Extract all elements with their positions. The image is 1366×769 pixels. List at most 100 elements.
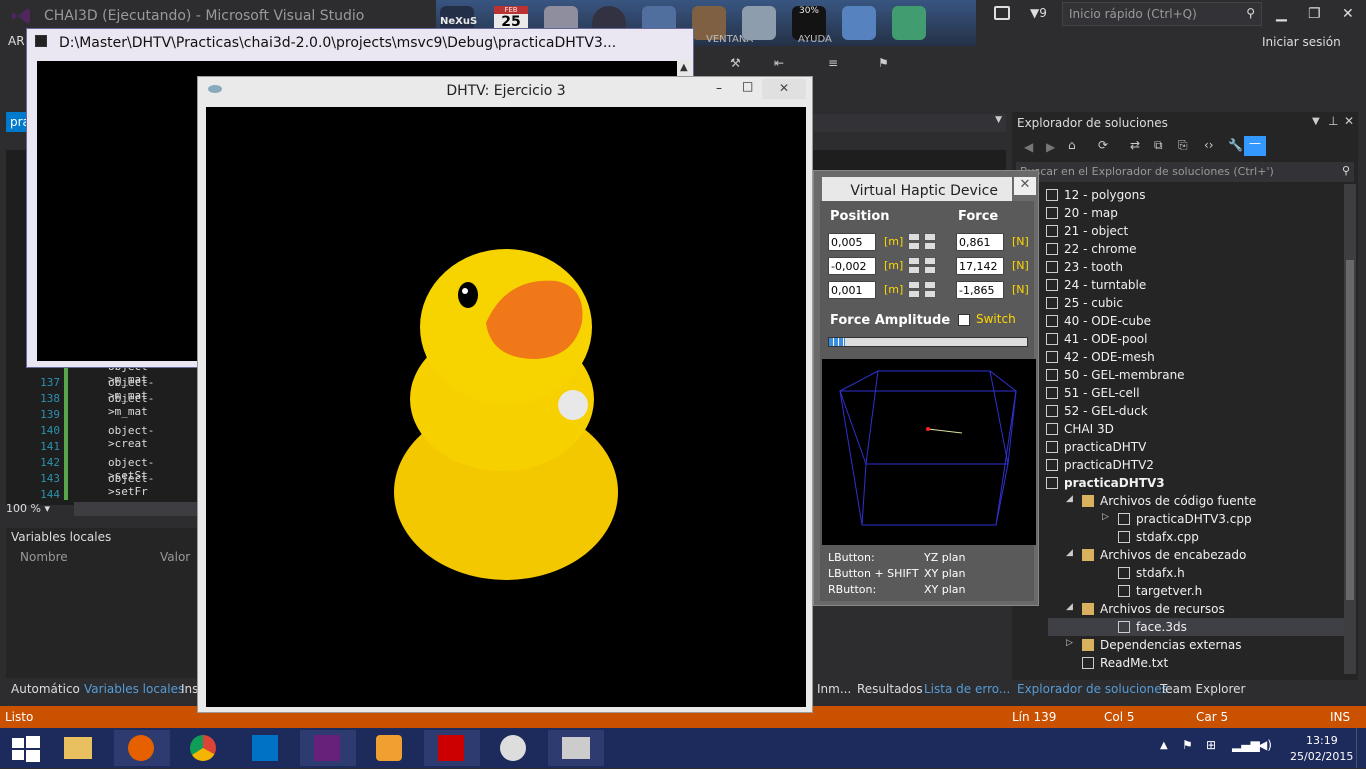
zoom-selector[interactable]: 100 % ▾ [6,502,66,518]
toolbar-step-icon[interactable]: ⇤ [774,56,784,70]
spin-down-icon[interactable] [908,266,920,274]
navigation-dropdown[interactable]: ▼ [810,114,1006,132]
bookmark-icon[interactable]: ⚑ [878,56,889,70]
spin-up-icon[interactable] [908,281,920,289]
spin-up-icon[interactable] [924,281,936,289]
back-icon[interactable]: ◀ [1024,140,1033,154]
tray-expand-icon[interactable]: ▲ [1160,740,1168,751]
acrobat-icon[interactable] [424,730,480,766]
virtualbox-icon[interactable] [842,6,876,40]
vhd-close-button[interactable]: ✕ [1014,177,1036,195]
tab-ins[interactable]: Ins [181,682,198,696]
clock-time[interactable]: 13:19 [1306,734,1338,747]
expand-icon[interactable]: ◢ [1066,494,1073,504]
dropdown-icon[interactable]: ▼ [1312,116,1320,127]
tree-item[interactable]: face.3ds [1048,618,1344,636]
scroll-thumb[interactable] [1346,260,1354,600]
collapse-icon[interactable]: ⧉ [1154,138,1163,153]
file-explorer-icon[interactable] [50,730,106,766]
firefox-icon[interactable] [114,730,170,766]
show-all-icon[interactable]: ⎘ [1178,138,1188,153]
horizontal-scrollbar[interactable] [74,502,204,516]
toolbar-comment-icon[interactable]: ≡ [828,56,838,70]
spin-down-icon[interactable] [924,290,936,298]
expand-icon[interactable]: ◢ [1066,548,1073,558]
spin-up-icon[interactable] [924,233,936,241]
tab-automatico[interactable]: Automático [11,682,80,696]
close-panel-icon[interactable]: ✕ [1344,114,1354,128]
locals-col-name[interactable]: Nombre [20,550,68,564]
file-icon [1046,369,1058,381]
expand-icon[interactable]: ◢ [1066,602,1073,612]
tab-solution-explorer[interactable]: Explorador de soluciones [1017,682,1168,696]
clock-date[interactable]: 25/02/2015 [1290,750,1353,763]
chai3d-app-icon[interactable] [486,730,542,766]
minimize-icon[interactable]: ▁ [1276,6,1287,22]
minimize-icon[interactable]: – [716,81,722,95]
position-input[interactable]: 0,005 [828,233,876,251]
refresh-icon[interactable]: ⇄ [1130,138,1140,152]
start-button[interactable] [0,730,50,766]
tab-team-explorer[interactable]: Team Explorer [1160,682,1246,696]
spin-down-icon[interactable] [908,290,920,298]
close-icon[interactable]: ✕ [1342,6,1354,22]
spin-up-icon[interactable] [908,257,920,265]
console-app-icon[interactable] [548,730,604,766]
sync-icon[interactable]: ⟳ [1098,138,1108,152]
visual-studio-task-icon[interactable] [300,730,356,766]
outlook-icon[interactable] [238,730,294,766]
line-number: 137 [40,376,60,389]
toolbar-tool-icon[interactable]: ⚒ [730,56,741,70]
quick-launch-input[interactable]: Inicio rápido (Ctrl+Q) ⚲ [1062,2,1262,26]
close-button[interactable]: ✕ [762,79,806,99]
menu-fragment[interactable]: AR [8,34,25,48]
spin-down-icon[interactable] [924,266,936,274]
photo-icon[interactable] [892,6,926,40]
code-line[interactable]: object->creat [108,424,154,450]
flag-icon[interactable]: ⚑ [1182,738,1193,752]
media-player-icon[interactable] [362,730,418,766]
view-code-icon[interactable]: ‹› [1204,138,1214,152]
notifications-button[interactable]: ▼9 [1030,6,1047,20]
feedback-icon[interactable] [994,6,1010,20]
show-desktop-button[interactable] [1356,728,1366,768]
expand-icon[interactable]: ▷ [1102,512,1109,522]
spin-down-icon[interactable] [908,242,920,250]
solution-scrollbar[interactable] [1344,184,1356,674]
workspace-view[interactable] [822,359,1036,545]
force-input[interactable]: 0,861 [956,233,1004,251]
spin-up-icon[interactable] [908,233,920,241]
locals-col-value[interactable]: Valor [160,550,190,564]
network-tray-icon[interactable]: ⊞ [1206,738,1216,752]
tab-resultados[interactable]: Resultados [857,682,923,696]
pin-icon[interactable]: ⊥ [1328,114,1338,128]
tab-inmediato[interactable]: Inm... [817,682,851,696]
spin-down-icon[interactable] [924,242,936,250]
force-input[interactable]: -1,865 [956,281,1004,299]
preview-icon[interactable]: — [1244,136,1266,156]
render-viewport[interactable] [206,107,806,707]
chrome-icon[interactable] [176,730,232,766]
force-input[interactable]: 17,142 [956,257,1004,275]
forward-icon[interactable]: ▶ [1046,140,1055,154]
sign-in-link[interactable]: Iniciar sesión [1262,35,1341,49]
maximize-icon[interactable]: □ [742,79,753,93]
code-line[interactable]: object->setFr [108,472,154,498]
home-icon[interactable]: ⌂ [1068,138,1076,152]
restore-icon[interactable]: ❐ [1308,6,1321,22]
position-input[interactable]: 0,001 [828,281,876,299]
tab-variables-locales[interactable]: Variables locales [84,682,184,696]
code-line[interactable]: object->m_mat [108,392,154,418]
volume-icon[interactable]: ◀) [1258,738,1272,752]
file-icon [1046,477,1058,489]
signal-icon[interactable]: ▂▄▆ [1232,738,1260,752]
switch-checkbox[interactable] [958,314,970,326]
spin-up-icon[interactable] [924,257,936,265]
position-input[interactable]: -0,002 [828,257,876,275]
expand-icon[interactable]: ▷ [1066,638,1073,648]
solution-search-input[interactable]: Buscar en el Explorador de soluciones (C… [1016,162,1354,182]
recycle-bin-icon[interactable] [742,6,776,40]
properties-icon[interactable]: 🔧 [1228,138,1243,152]
tab-lista-errores[interactable]: Lista de erro... [924,682,1010,696]
scroll-up-icon[interactable]: ▲ [680,62,688,73]
